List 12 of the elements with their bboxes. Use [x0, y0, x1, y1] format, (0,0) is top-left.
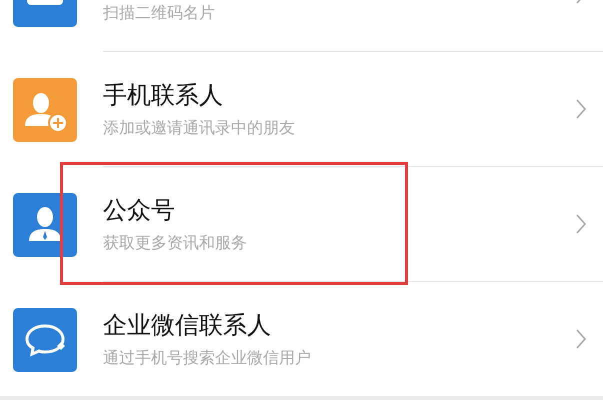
item-title: 手机联系人 — [103, 80, 224, 110]
list-item[interactable]: 公众号 获取更多资讯和服务 — [0, 167, 603, 282]
item-description: 通过手机号搜索企业微信用户 — [103, 348, 312, 368]
item-title: 企业微信联系人 — [103, 310, 272, 340]
item-description: 添加或邀请通讯录中的朋友 — [103, 118, 296, 138]
item-title: 公众号 — [103, 195, 176, 225]
chevron-right-icon — [575, 213, 587, 235]
list-item[interactable]: 手机联系人 添加或邀请通讯录中的朋友 — [0, 52, 603, 167]
item-description: 扫描二维码名片 — [103, 3, 216, 23]
chevron-right-icon — [575, 328, 587, 350]
chevron-right-icon — [575, 98, 587, 120]
item-description: 获取更多资讯和服务 — [103, 233, 248, 253]
